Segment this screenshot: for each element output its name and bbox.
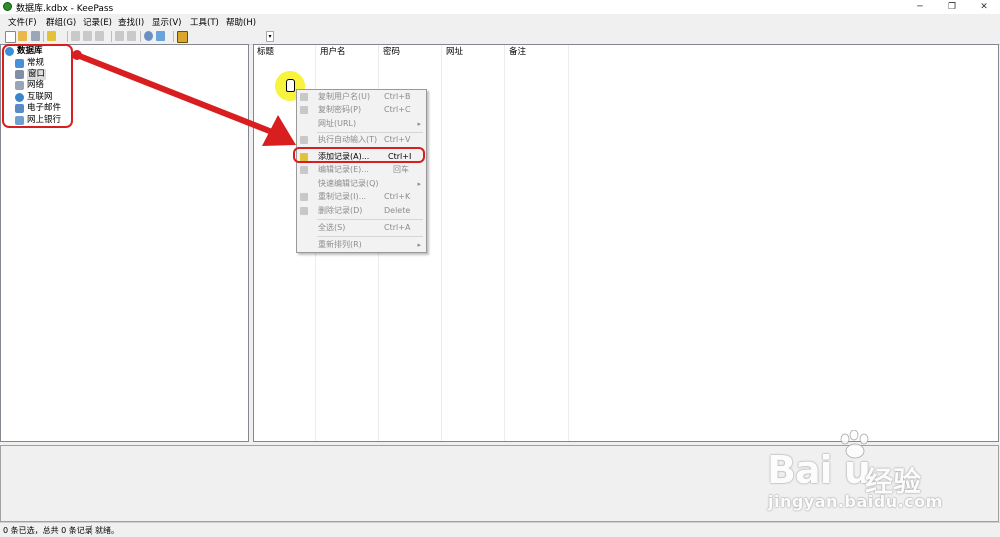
ctx-label: 编辑记录(E)... (318, 165, 369, 174)
watermark-url: jingyan.baidu.com (768, 492, 943, 511)
copy-username-icon[interactable] (71, 31, 80, 41)
column-title[interactable]: 标题 (257, 46, 274, 58)
menu-find[interactable]: 查找(I) (118, 16, 144, 28)
ctx-label: 快速编辑记录(Q) (318, 179, 379, 188)
baidu-jingyan-watermark: Bai u 经验 jingyan.baidu.com (762, 430, 992, 520)
ctx-label: 删除记录(D) (318, 206, 363, 215)
open-database-icon[interactable] (18, 31, 27, 41)
ctx-label: 复制用户名(U) (318, 92, 371, 101)
column-divider (441, 45, 442, 441)
ctx-copy-username[interactable]: 复制用户名(U) Ctrl+B (297, 91, 426, 103)
toolbar: ▾ (0, 29, 1000, 45)
restore-button[interactable]: ❐ (937, 0, 967, 14)
menu-help[interactable]: 帮助(H) (226, 16, 256, 28)
ctx-copy-password[interactable]: 复制密码(P) Ctrl+C (297, 104, 426, 116)
column-notes[interactable]: 备注 (509, 46, 526, 58)
ctx-rearrange[interactable]: 重新排列(R) ▸ (297, 239, 426, 251)
duplicate-icon (300, 193, 308, 201)
context-menu: 复制用户名(U) Ctrl+B 复制密码(P) Ctrl+C 网址(URL) ▸… (296, 89, 427, 253)
ctx-label: 网址(URL) (318, 119, 357, 128)
submenu-arrow-icon: ▸ (417, 241, 421, 249)
annotation-add-entry-highlight (293, 147, 425, 163)
ctx-shortcut: Delete (384, 206, 411, 215)
close-button[interactable]: ✕ (969, 0, 999, 14)
menu-view[interactable]: 显示(V) (152, 16, 181, 28)
submenu-arrow-icon: ▸ (417, 120, 421, 128)
minimize-button[interactable]: ─ (905, 0, 935, 14)
toolbar-separator (111, 31, 112, 42)
copy-password-icon[interactable] (83, 31, 92, 41)
lock-entry-icon[interactable] (127, 31, 136, 41)
status-ready: 就绪。 (95, 526, 119, 535)
menu-bar: 文件(F) 群组(G) 记录(E) 查找(I) 显示(V) 工具(T) 帮助(H… (0, 14, 1000, 29)
window-title: 数据库.kdbx - KeePass (16, 4, 114, 14)
copy-user-icon (300, 93, 308, 101)
ctx-label: 重新排列(R) (318, 240, 362, 249)
hand-cursor-icon (286, 79, 295, 92)
edit-icon (300, 166, 308, 174)
ctx-label: 全选(S) (318, 223, 346, 232)
toolbar-separator (43, 31, 44, 42)
ctx-label: 重制记录(I)... (318, 192, 367, 201)
ctx-label: 复制密码(P) (318, 105, 362, 114)
column-username[interactable]: 用户名 (320, 46, 346, 58)
autotype-icon (300, 136, 308, 144)
entry-filter-icon[interactable] (156, 31, 165, 41)
open-url-icon[interactable] (95, 31, 104, 41)
ctx-shortcut: Ctrl+A (384, 223, 411, 232)
ctx-shortcut: Ctrl+C (384, 105, 411, 114)
menu-separator (317, 132, 423, 133)
autotype-icon[interactable] (115, 31, 124, 41)
ctx-select-all[interactable]: 全选(S) Ctrl+A (297, 222, 426, 234)
status-selection-count: 0 条已选，总共 0 条记录 (3, 526, 93, 535)
new-database-icon[interactable] (5, 31, 16, 43)
ctx-duplicate-entry[interactable]: 重制记录(I)... Ctrl+K (297, 191, 426, 203)
ctx-delete-entry[interactable]: 删除记录(D) Delete (297, 205, 426, 217)
ctx-url[interactable]: 网址(URL) ▸ (297, 118, 426, 130)
column-divider (568, 45, 569, 441)
menu-group[interactable]: 群组(G) (46, 16, 76, 28)
ctx-autotype[interactable]: 执行自动输入(T) Ctrl+V (297, 134, 426, 146)
ctx-quick-edit[interactable]: 快速编辑记录(Q) ▸ (297, 178, 426, 190)
watermark-logo: Bai u (767, 448, 871, 492)
menu-file[interactable]: 文件(F) (8, 16, 37, 28)
annotation-tree-highlight (2, 44, 73, 128)
toolbar-separator (140, 31, 141, 42)
menu-tools[interactable]: 工具(T) (190, 16, 219, 28)
submenu-arrow-icon: ▸ (417, 180, 421, 188)
chevron-down-icon[interactable]: ▾ (266, 31, 274, 42)
save-database-icon[interactable] (31, 31, 40, 41)
delete-icon (300, 207, 308, 215)
menu-entry[interactable]: 记录(E) (83, 16, 112, 28)
ctx-edit-entry[interactable]: 编辑记录(E)... 回车 (297, 164, 426, 176)
lock-workspace-icon[interactable] (177, 31, 188, 43)
ctx-shortcut: Ctrl+B (384, 92, 411, 101)
title-bar: 数据库.kdbx - KeePass ─ ❐ ✕ (0, 0, 1000, 14)
ctx-label: 执行自动输入(T) (318, 135, 378, 144)
menu-separator (317, 219, 423, 220)
menu-separator (317, 236, 423, 237)
toolbar-separator (67, 31, 68, 42)
ctx-shortcut: Ctrl+K (384, 192, 411, 201)
add-entry-icon[interactable] (47, 31, 56, 41)
ctx-shortcut: Ctrl+V (384, 135, 411, 144)
quick-search-combo[interactable] (188, 31, 274, 42)
status-divider (91, 525, 92, 535)
search-icon[interactable] (144, 31, 153, 41)
toolbar-separator (173, 31, 174, 42)
copy-key-icon (300, 106, 308, 114)
column-url[interactable]: 网址 (446, 46, 463, 58)
keepass-app-icon (3, 2, 12, 11)
ctx-shortcut: 回车 (393, 165, 409, 174)
status-bar: 0 条已选，总共 0 条记录 就绪。 (0, 522, 1000, 537)
column-password[interactable]: 密码 (383, 46, 400, 58)
column-divider (504, 45, 505, 441)
